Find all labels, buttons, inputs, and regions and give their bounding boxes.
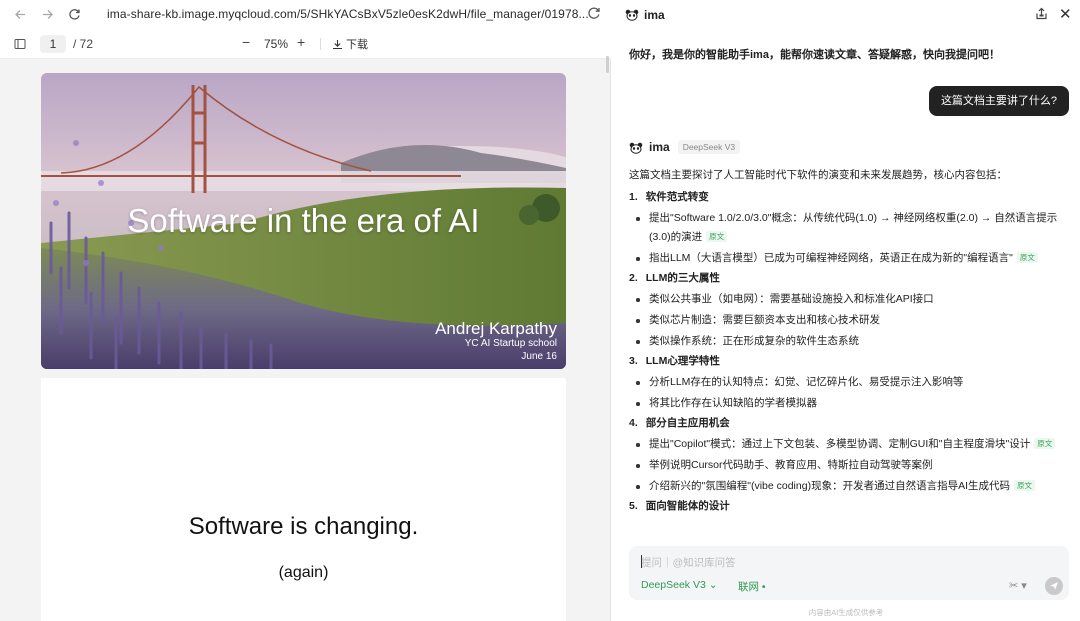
slide-1: Software in the era of AI Andrej Karpath… [41,73,566,369]
section-title-text: 部分自主应用机会 [645,417,730,429]
ai-name: ima [649,140,670,154]
slide-2-subtitle: (again) [278,564,329,581]
answer-bullet: 提出"Software 1.0/2.0/3.0"概念：从传统代码(1.0) → … [629,209,1069,247]
slide-2: Software is changing. (again) [41,378,566,621]
section-number: 4. [629,417,638,429]
slide-event: YC AI Startup school [464,338,557,349]
greeting-text: 你好，我是你的智能助手ima，能帮你速读文章、答疑解惑，快向我提问吧！ [629,49,1000,61]
zoom-out-button[interactable]: − [242,34,250,50]
slide-author: Andrej Karpathy [435,319,557,338]
bullet-text: 类似操作系统：正在形成复杂的软件生态系统 [649,335,859,347]
bullet-text: 类似芯片制造：需要巨额资本支出和核心技术研发 [649,314,880,326]
download-label: 下载 [346,39,368,51]
bullet-text: 介绍新兴的"氛围编程"(vibe coding)现象：开发者通过自然语言指导AI… [649,480,1010,492]
source-tag[interactable]: 原文 [706,231,728,242]
page-total: / 72 [73,37,94,51]
section-number: 3. [629,355,638,367]
model-tag: DeepSeek V3 [677,140,741,154]
answer-intro: 这篇文档主要探讨了人工智能时代下软件的演变和未来发展趋势，核心内容包括： [629,169,1007,181]
answer-bullet: 举例说明Cursor代码助手、教育应用、特斯拉自动驾驶等案例 [629,456,1069,475]
arrow-left-icon[interactable] [12,6,28,22]
document-viewer-pane: ima-share-kb.image.myqcloud.com/5/SHkYAC… [0,0,611,621]
answer-section-title: 2. LLM的三大属性 [629,269,1069,288]
user-message-bubble: 这篇文档主要讲了什么? [929,86,1069,116]
section-title-text: 软件范式转变 [645,191,709,203]
reload-icon[interactable] [66,6,82,22]
send-icon [1050,582,1058,590]
answer-bullet: 提出"Copilot"模式：通过上下文包装、多模型协调、定制GUI和"自主程度滑… [629,435,1069,454]
slide-2-title: Software is changing. [188,513,419,540]
panda-avatar-icon [629,141,643,154]
ai-message-header: ima DeepSeek V3 [629,140,741,154]
answer-bullet: 介绍新兴的"氛围编程"(vibe coding)现象：开发者通过自然语言指导AI… [629,477,1069,496]
answer-bullet: 类似芯片制造：需要巨额资本支出和核心技术研发 [629,311,1069,330]
slide-date: June 16 [521,351,557,362]
model-selector[interactable]: DeepSeek V3 ⌄ [641,579,718,591]
app-name: ima [644,8,665,22]
answer-bullet: 类似公共事业（如电网）：需要基础设施投入和标准化API接口 [629,290,1069,309]
bullet-text: 将其比作存在认知缺陷的学者模拟器 [649,397,817,409]
zoom-level: 75% [264,37,289,51]
bullet-text: 分析LLM存在的认知特点：幻觉、记忆碎片化、易受提示注入影响等 [649,376,964,388]
source-tag[interactable]: 原文 [1016,252,1038,263]
section-title-text: 面向智能体的设计 [645,500,730,512]
text-caret [641,555,642,568]
answer-bullet: 分析LLM存在的认知特点：幻觉、记忆碎片化、易受提示注入影响等 [629,373,1069,392]
download-icon [333,39,342,49]
zoom-in-button[interactable]: + [297,34,305,50]
bullet-text: 提出"Copilot"模式：通过上下文包装、多模型协调、定制GUI和"自主程度滑… [649,438,1031,450]
arrow-right-icon[interactable] [39,6,55,22]
answer-bullet: 指出LLM（大语言模型）已成为可编程神经网络，英语正在成为新的"编程语言" 原文 [629,249,1069,268]
source-tag[interactable]: 原文 [1014,480,1035,491]
app-window: ima-share-kb.image.myqcloud.com/5/SHkYAC… [0,0,1080,621]
download-button[interactable]: 下载 [332,36,368,52]
source-tag[interactable]: 原文 [1034,438,1056,449]
ai-answer: 这篇文档主要探讨了人工智能时代下软件的演变和未来发展趋势，核心内容包括： 1. 软… [629,166,1069,516]
refresh-page-icon[interactable] [587,6,603,22]
section-number: 2. [629,272,638,284]
answer-section-title: 5. 面向智能体的设计 [629,497,1069,516]
answer-section-title: 3. LLM心理学特性 [629,352,1069,371]
panda-logo-icon [625,8,639,21]
toolbar-divider [320,38,321,50]
section-number: 5. [629,500,638,512]
section-title-text: LLM心理学特性 [645,355,720,367]
answer-bullet: 将其比作存在认知缺陷的学者模拟器 [629,394,1069,413]
question-input[interactable]: 提问｜@知识库问答 [641,555,736,570]
ai-disclaimer: 内容由AI生成仅供参考 [808,608,884,617]
close-icon[interactable]: ✕ [1059,5,1072,23]
section-title-text: LLM的三大属性 [645,272,720,284]
share-icon[interactable] [1035,7,1048,25]
answer-section-title: 1. 软件范式转变 [629,188,1069,207]
assistant-panel: ima ✕ 你好，我是你的智能助手ima，能帮你速读文章、答疑解惑，快向我提问吧… [612,0,1080,621]
bullet-text: 指出LLM（大语言模型）已成为可编程神经网络，英语正在成为新的"编程语言" [649,252,1013,264]
scrollbar[interactable] [606,56,609,73]
answer-bullet: 类似操作系统：正在形成复杂的软件生态系统 [629,332,1069,351]
bullet-text: 举例说明Cursor代码助手、教育应用、特斯拉自动驾驶等案例 [649,459,933,471]
url-text[interactable]: ima-share-kb.image.myqcloud.com/5/SHkYAC… [107,7,589,21]
web-search-toggle[interactable]: 联网 • [738,579,766,594]
bullet-text: 类似公共事业（如电网）：需要基础设施投入和标准化API接口 [649,293,934,305]
send-button[interactable] [1045,577,1063,595]
scissors-icon[interactable]: ✂ ▾ [1009,579,1027,592]
page-number-input[interactable]: 1 [40,35,66,53]
question-input-box[interactable]: 提问｜@知识库问答 DeepSeek V3 ⌄ 联网 • ✂ ▾ [629,546,1069,600]
slide-title: Software in the era of AI [127,202,480,239]
sidebar-toggle-icon[interactable] [14,37,26,55]
answer-section-title: 4. 部分自主应用机会 [629,414,1069,433]
address-bar: ima-share-kb.image.myqcloud.com/5/SHkYAC… [0,0,611,29]
section-number: 1. [629,191,638,203]
